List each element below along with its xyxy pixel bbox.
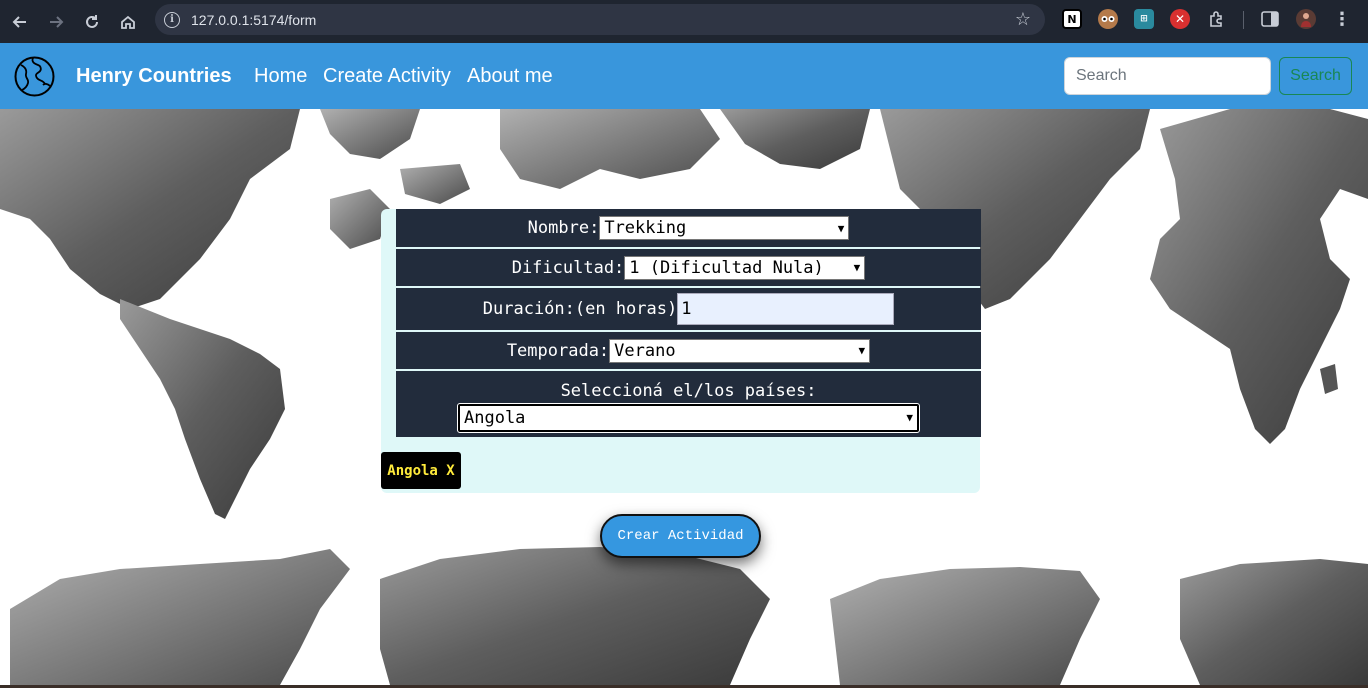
brand-title[interactable]: Henry Countries <box>76 65 232 88</box>
forward-arrow-icon[interactable] <box>38 4 74 40</box>
nombre-select[interactable]: Trekking ▼ <box>599 216 850 240</box>
nav-link-home[interactable]: Home <box>254 65 307 88</box>
nav-link-about-me[interactable]: About me <box>467 65 553 88</box>
paises-select[interactable]: Angola ▼ <box>457 402 920 433</box>
app-navbar: Henry Countries Home Create Activity Abo… <box>0 43 1368 109</box>
duracion-value: 1 <box>681 299 692 319</box>
chevron-down-icon: ▼ <box>858 344 866 357</box>
nombre-value: Trekking <box>604 218 687 238</box>
temporada-label: Temporada: <box>506 340 610 361</box>
nombre-row: Nombre: Trekking ▼ <box>396 209 981 247</box>
create-activity-button[interactable]: Crear Actividad <box>600 514 761 558</box>
chevron-down-icon: ▼ <box>853 261 861 274</box>
address-bar[interactable]: i 127.0.0.1:5174/form ☆ <box>155 4 1045 35</box>
red-close-icon[interactable]: ✕ <box>1170 9 1190 29</box>
sidepanel-icon[interactable] <box>1260 9 1280 29</box>
notion-icon[interactable]: N <box>1062 9 1082 29</box>
dificultad-row: Dificultad: 1 (Dificultad Nula) ▼ <box>396 249 981 286</box>
search-placeholder: Search <box>1076 67 1127 84</box>
browser-toolbar: i 127.0.0.1:5174/form ☆ N ⊞ ✕ ⋮ <box>0 0 1368 43</box>
toolbar-separator <box>1243 11 1244 29</box>
dificultad-select[interactable]: 1 (Dificultad Nula) ▼ <box>624 255 866 280</box>
temporada-value: Verano <box>614 340 676 361</box>
paises-label: Seleccioná el/los países: <box>560 380 817 401</box>
owl-icon[interactable] <box>1098 9 1118 29</box>
home-icon[interactable] <box>110 4 146 40</box>
paises-value: Angola <box>464 407 526 428</box>
globe-logo-icon[interactable] <box>13 55 56 98</box>
bookmark-star-icon[interactable]: ☆ <box>1015 9 1031 30</box>
dificultad-value: 1 (Dificultad Nula) <box>629 257 824 278</box>
temporada-row: Temporada: Verano ▼ <box>396 332 981 369</box>
temporada-select[interactable]: Verano ▼ <box>609 338 871 363</box>
selected-country-chip[interactable]: Angola X <box>381 452 461 489</box>
nombre-label: Nombre: <box>527 218 600 238</box>
duracion-row: Duración:(en horas) 1 <box>396 288 981 330</box>
duracion-label: Duración:(en horas) <box>482 299 678 319</box>
reload-icon[interactable] <box>74 4 110 40</box>
url-text: 127.0.0.1:5174/form <box>191 11 317 28</box>
dificultad-label: Dificultad: <box>511 257 625 278</box>
search-input[interactable]: Search <box>1064 57 1271 95</box>
extensions-icon[interactable] <box>1206 9 1226 29</box>
paises-row: Seleccioná el/los países: Angola ▼ <box>396 371 981 437</box>
back-arrow-icon[interactable] <box>2 4 38 40</box>
profile-avatar[interactable] <box>1296 9 1316 29</box>
browser-menu-icon[interactable]: ⋮ <box>1332 9 1352 30</box>
search-button[interactable]: Search <box>1279 57 1352 95</box>
nav-link-create-activity[interactable]: Create Activity <box>323 65 451 88</box>
chevron-down-icon: ▼ <box>837 221 845 235</box>
puzzle-grid-icon[interactable]: ⊞ <box>1134 9 1154 29</box>
site-info-icon[interactable]: i <box>164 11 180 28</box>
duracion-input[interactable]: 1 <box>677 293 895 325</box>
chevron-down-icon: ▼ <box>906 411 913 424</box>
